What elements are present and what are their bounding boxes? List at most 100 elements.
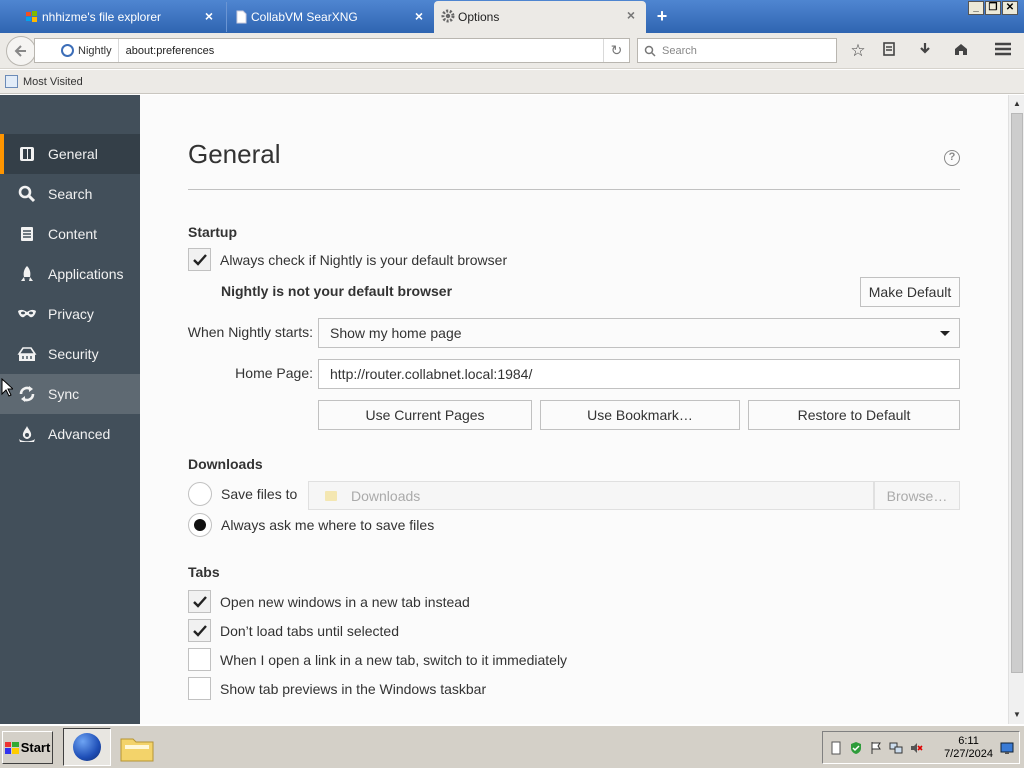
download-folder-field: Downloads bbox=[308, 481, 874, 510]
start-button[interactable]: Start bbox=[2, 731, 53, 764]
category-label: General bbox=[48, 146, 98, 162]
hamburger-menu-icon[interactable] bbox=[993, 41, 1013, 61]
dont-load-tabs-checkbox[interactable]: Don’t load tabs until selected bbox=[188, 619, 399, 642]
search-bar[interactable]: Search bbox=[637, 38, 837, 63]
back-arrow-icon bbox=[14, 45, 26, 57]
mouse-cursor-icon bbox=[1, 378, 13, 397]
checkbox-label: Open new windows in a new tab instead bbox=[220, 593, 470, 610]
home-page-label: Home Page: bbox=[235, 365, 313, 381]
show-desktop-icon[interactable] bbox=[1000, 741, 1014, 755]
document-tray-icon[interactable] bbox=[829, 741, 843, 755]
windows-flag-icon bbox=[4, 741, 19, 754]
page-icon bbox=[236, 10, 247, 24]
tab-searxng[interactable]: CollabVM SearXNG × bbox=[226, 2, 434, 32]
security-shield-tray-icon[interactable] bbox=[849, 741, 863, 755]
identity-box[interactable]: Nightly bbox=[35, 39, 119, 62]
switch-to-new-tab-checkbox[interactable]: When I open a link in a new tab, switch … bbox=[188, 648, 567, 671]
checkbox-box[interactable] bbox=[188, 248, 211, 271]
minimize-button[interactable]: _ bbox=[968, 1, 984, 15]
radio-circle[interactable] bbox=[188, 513, 212, 537]
tab-label: Options bbox=[458, 10, 500, 24]
clock-date: 7/27/2024 bbox=[944, 748, 993, 760]
open-new-windows-in-tab-checkbox[interactable]: Open new windows in a new tab instead bbox=[188, 590, 470, 613]
scroll-down-arrow-icon[interactable]: ▼ bbox=[1009, 708, 1024, 722]
use-current-pages-button[interactable]: Use Current Pages bbox=[318, 400, 532, 430]
bookmark-star-icon[interactable]: ☆ bbox=[848, 41, 868, 61]
volume-muted-tray-icon[interactable] bbox=[909, 741, 923, 755]
home-page-input[interactable]: http://router.collabnet.local:1984/ bbox=[318, 359, 960, 389]
tab-previews-checkbox[interactable]: Show tab previews in the Windows taskbar bbox=[188, 677, 486, 700]
back-button[interactable] bbox=[6, 36, 36, 66]
home-page-value: http://router.collabnet.local:1984/ bbox=[330, 366, 533, 382]
privacy-mask-icon bbox=[16, 303, 38, 325]
checkbox-box[interactable] bbox=[188, 677, 211, 700]
save-files-to-radio[interactable]: Save files to bbox=[188, 482, 297, 506]
use-bookmark-button[interactable]: Use Bookmark… bbox=[540, 400, 740, 430]
title-divider bbox=[188, 189, 960, 190]
start-label: Start bbox=[20, 740, 51, 755]
home-icon[interactable] bbox=[951, 41, 971, 61]
network-tray-icon[interactable] bbox=[889, 741, 903, 755]
category-label: Advanced bbox=[48, 426, 111, 442]
scroll-up-arrow-icon[interactable]: ▲ bbox=[1009, 97, 1024, 111]
category-label: Sync bbox=[48, 386, 80, 402]
tab-file-explorer[interactable]: nhhizme's file explorer × bbox=[18, 2, 224, 32]
category-search[interactable]: Search bbox=[0, 174, 140, 214]
most-visited-bookmark[interactable]: Most Visited bbox=[23, 76, 83, 88]
downloads-icon[interactable] bbox=[915, 41, 935, 61]
taskbar-folder-icon[interactable] bbox=[119, 733, 155, 763]
category-applications[interactable]: Applications bbox=[0, 254, 140, 294]
always-check-default-checkbox[interactable]: Always check if Nightly is your default … bbox=[188, 248, 507, 271]
always-ask-radio[interactable]: Always ask me where to save files bbox=[188, 513, 434, 537]
restore-to-default-button[interactable]: Restore to Default bbox=[748, 400, 960, 430]
checkbox-box[interactable] bbox=[188, 648, 211, 671]
general-pane: General ? Startup Always check if Nightl… bbox=[140, 95, 1008, 724]
restore-button[interactable]: ❐ bbox=[985, 1, 1001, 15]
tab-options[interactable]: Options × bbox=[434, 1, 646, 33]
nightly-browser-icon bbox=[73, 733, 101, 761]
flag-tray-icon[interactable] bbox=[869, 741, 883, 755]
close-tab-icon[interactable]: × bbox=[624, 8, 638, 22]
clock[interactable]: 6:11 7/27/2024 bbox=[944, 735, 993, 761]
new-tab-button[interactable]: + bbox=[652, 6, 672, 26]
when-starts-label: When Nightly starts: bbox=[187, 324, 313, 340]
bookmarks-menu-icon[interactable] bbox=[879, 41, 899, 61]
category-general[interactable]: General bbox=[0, 134, 140, 174]
browse-button: Browse… bbox=[874, 481, 960, 510]
taskbar-browser-button[interactable] bbox=[63, 728, 111, 766]
screen: nhhizme's file explorer × CollabVM SearX… bbox=[0, 0, 1024, 768]
category-sync[interactable]: Sync bbox=[0, 374, 140, 414]
close-window-button[interactable]: ✕ bbox=[1002, 1, 1018, 15]
tab-label: CollabVM SearXNG bbox=[251, 10, 358, 24]
close-tab-icon[interactable]: × bbox=[412, 9, 426, 23]
radio-circle[interactable] bbox=[188, 482, 212, 506]
tabs-heading: Tabs bbox=[188, 564, 220, 580]
scrollbar-thumb[interactable] bbox=[1011, 113, 1023, 673]
category-content[interactable]: Content bbox=[0, 214, 140, 254]
help-icon[interactable]: ? bbox=[944, 150, 960, 166]
navigation-toolbar: Nightly about:preferences ↻ Search ☆ bbox=[0, 33, 1024, 69]
make-default-button[interactable]: Make Default bbox=[860, 277, 960, 307]
reload-icon[interactable]: ↻ bbox=[603, 39, 629, 62]
windows-logo-icon bbox=[26, 11, 37, 22]
category-security[interactable]: Security bbox=[0, 334, 140, 374]
when-starts-dropdown[interactable]: Show my home page bbox=[318, 318, 960, 348]
checkbox-box[interactable] bbox=[188, 619, 211, 642]
advanced-icon bbox=[16, 423, 38, 445]
category-privacy[interactable]: Privacy bbox=[0, 294, 140, 334]
close-tab-icon[interactable]: × bbox=[202, 9, 216, 23]
content-icon bbox=[16, 223, 38, 245]
radio-label: Always ask me where to save files bbox=[221, 517, 435, 533]
clock-time: 6:11 bbox=[958, 735, 979, 747]
applications-icon bbox=[16, 263, 38, 285]
category-label: Privacy bbox=[48, 306, 94, 322]
checkbox-box[interactable] bbox=[188, 590, 211, 613]
vertical-scrollbar[interactable]: ▲ ▼ bbox=[1008, 95, 1024, 724]
category-label: Content bbox=[48, 226, 98, 242]
category-advanced[interactable]: Advanced bbox=[0, 414, 140, 454]
download-folder-value: Downloads bbox=[351, 487, 421, 504]
url-bar[interactable]: Nightly about:preferences ↻ bbox=[34, 38, 630, 63]
sync-icon bbox=[16, 383, 38, 405]
security-icon bbox=[16, 343, 38, 365]
url-text[interactable]: about:preferences bbox=[119, 45, 603, 57]
